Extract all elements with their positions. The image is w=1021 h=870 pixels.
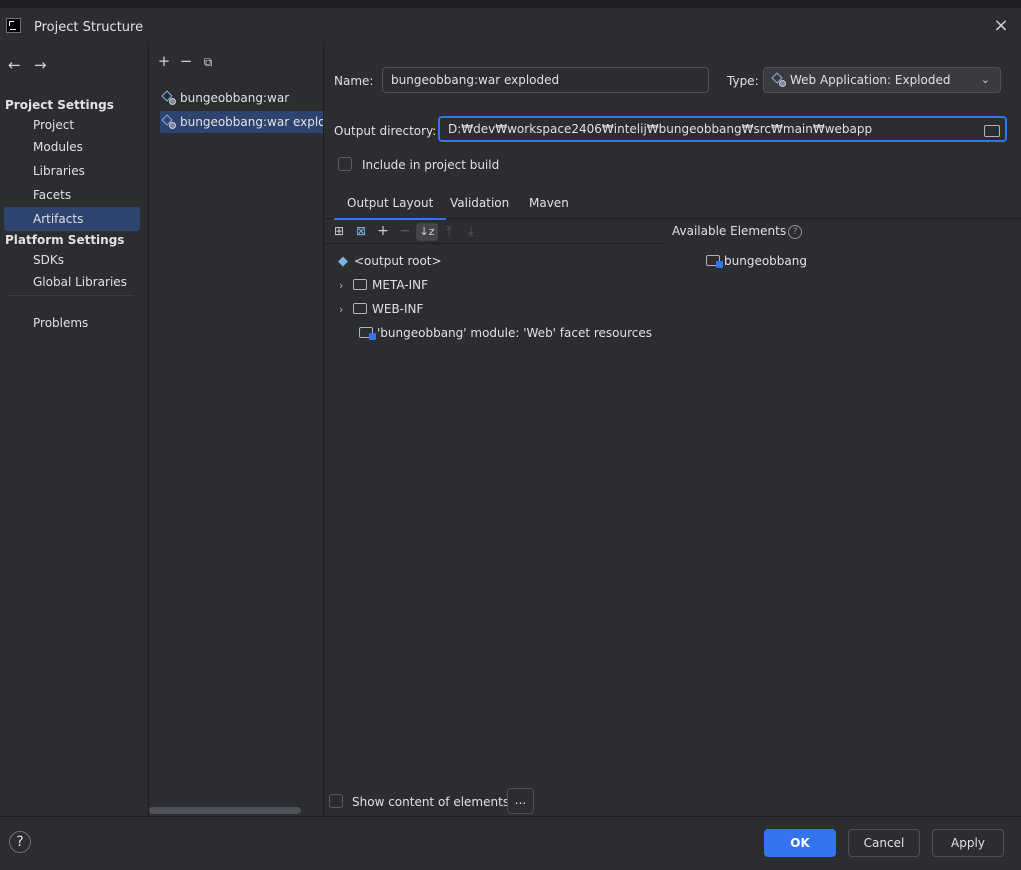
module-resource-icon (359, 327, 376, 340)
web-artifact-icon (162, 115, 176, 129)
remove-element-icon[interactable]: − (394, 222, 416, 240)
tree-node-meta-inf[interactable]: › META-INF (339, 274, 428, 296)
include-in-build-label: Include in project build (362, 158, 500, 172)
tree-node-label: 'bungeobbang' module: 'Web' facet resour… (377, 326, 653, 340)
tab-output-layout[interactable]: Output Layout (333, 196, 447, 220)
move-up-icon[interactable]: ⤒ (438, 222, 460, 240)
horizontal-scrollbar[interactable] (149, 807, 301, 814)
chevron-right-icon[interactable]: › (339, 275, 353, 297)
type-select[interactable]: Web Application: Exploded ⌄ (763, 67, 1001, 93)
show-content-label: Show content of elements (352, 795, 510, 809)
layout-panel-separator (324, 243, 664, 244)
output-directory-label: Output directory: (334, 124, 437, 138)
show-content-options-button[interactable]: ... (507, 788, 534, 814)
artifacts-list-panel: + − ⧉ bungeobbang:war bungeobbang:war expl… (149, 46, 324, 816)
settings-sidebar: ← → Project Settings Project Modules Libr… (0, 46, 149, 816)
output-directory-field[interactable]: D:₩dev₩workspace2406₩intelij₩bungeobbang… (438, 116, 1007, 142)
create-archive-icon[interactable]: ⊠ (350, 222, 372, 240)
close-icon[interactable]: × (991, 16, 1011, 36)
project-structure-dialog: Project Structure × ← → Project Settings … (0, 8, 1021, 870)
help-button[interactable]: ? (9, 831, 31, 853)
help-icon[interactable]: ? (788, 225, 803, 239)
browse-folder-icon[interactable] (984, 125, 1000, 137)
sidebar-item-project[interactable]: Project (4, 113, 140, 137)
artifact-item-selected[interactable]: bungeobbang:war exploded (160, 111, 323, 133)
folder-icon (353, 279, 367, 290)
chevron-down-icon: ⌄ (980, 73, 990, 86)
tree-node-web-inf[interactable]: › WEB-INF (339, 298, 423, 320)
sidebar-item-modules[interactable]: Modules (4, 135, 140, 159)
window-title: Project Structure (34, 20, 144, 35)
tree-node-facet-resources[interactable]: 'bungeobbang' module: 'Web' facet resour… (359, 322, 652, 344)
remove-icon[interactable]: − (175, 52, 197, 70)
sidebar-item-facets[interactable]: Facets (4, 183, 140, 207)
apply-button[interactable]: Apply (932, 829, 1004, 857)
sidebar-item-global-libraries[interactable]: Global Libraries (4, 270, 140, 294)
artifact-item-label: bungeobbang:war exploded (180, 115, 323, 129)
sidebar-divider (8, 295, 134, 296)
ok-button[interactable]: OK (764, 829, 836, 857)
web-artifact-icon (162, 91, 176, 105)
output-root-label: <output root> (354, 254, 442, 268)
sidebar-item-problems[interactable]: Problems (4, 311, 140, 335)
create-directory-icon[interactable]: ⊞ (328, 222, 350, 240)
cancel-button[interactable]: Cancel (848, 829, 920, 857)
add-icon[interactable]: + (153, 52, 175, 70)
tree-node-label: WEB-INF (372, 302, 424, 316)
tree-node-label: META-INF (372, 278, 429, 292)
intellij-app-icon (6, 18, 21, 33)
sidebar-item-artifacts[interactable]: Artifacts (4, 207, 140, 231)
forward-arrow-icon[interactable]: → (34, 56, 54, 74)
tree-output-root[interactable]: ◆ <output root> (338, 250, 442, 272)
name-field[interactable]: bungeobbang:war exploded (382, 67, 709, 93)
platform-settings-header: Platform Settings (5, 233, 125, 247)
nav-arrows: ← → (8, 56, 60, 74)
available-elements-label: Available Elements (672, 224, 787, 238)
artifact-item-label: bungeobbang:war (180, 91, 290, 105)
layout-tabs: Output Layout Validation Maven (324, 188, 1021, 220)
chevron-right-icon[interactable]: › (339, 299, 353, 321)
tab-validation[interactable]: Validation (450, 196, 509, 210)
available-elements-header: Available Elements? (672, 224, 803, 239)
back-arrow-icon[interactable]: ← (8, 56, 28, 74)
artifact-details: Name: bungeobbang:war exploded Type: Web… (324, 46, 1021, 816)
available-element-module[interactable]: bungeobbang (706, 250, 807, 272)
output-root-icon: ◆ (338, 254, 348, 269)
tab-maven[interactable]: Maven (529, 196, 569, 210)
type-label: Type: (727, 74, 759, 88)
name-label: Name: (334, 74, 374, 88)
title-bar: Project Structure × (0, 8, 1021, 46)
include-in-build-checkbox[interactable] (338, 157, 352, 171)
artifact-item[interactable]: bungeobbang:war (160, 87, 289, 109)
output-layout-toolbar: ⊞ ⊠ + − ↓z ⤒ ⤓ (328, 222, 482, 242)
add-copy-of-icon[interactable]: + (372, 222, 394, 240)
copy-icon[interactable]: ⧉ (197, 53, 219, 71)
web-application-icon (772, 73, 786, 87)
dialog-footer: ? OK Cancel Apply (0, 816, 1021, 870)
module-folder-icon (706, 255, 723, 268)
type-select-value: Web Application: Exploded (790, 73, 951, 87)
project-settings-header: Project Settings (5, 98, 114, 112)
folder-icon (353, 303, 367, 314)
artifacts-toolbar: + − ⧉ (153, 52, 219, 71)
move-down-icon[interactable]: ⤓ (460, 222, 482, 240)
sidebar-item-libraries[interactable]: Libraries (4, 159, 140, 183)
available-element-label: bungeobbang (724, 254, 807, 268)
sidebar-item-sdks[interactable]: SDKs (4, 248, 140, 272)
sort-icon[interactable]: ↓z (416, 223, 438, 241)
show-content-checkbox[interactable] (329, 794, 343, 808)
